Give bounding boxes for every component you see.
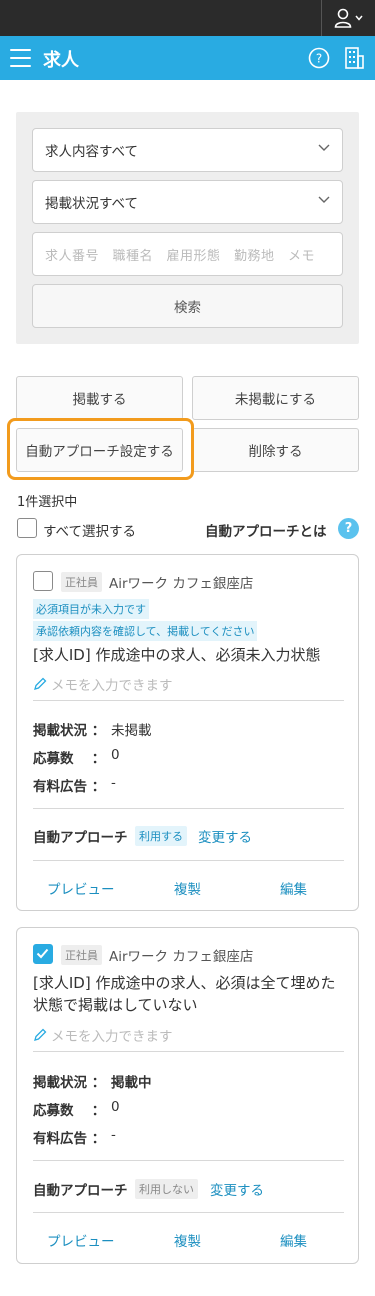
divider — [33, 860, 344, 861]
paid-ad-label: 有料広告 ： — [33, 779, 106, 795]
memo-placeholder: メモを入力できます — [51, 678, 173, 694]
divider — [33, 1212, 344, 1213]
change-auto-approach-link[interactable]: 変更する — [210, 1179, 264, 1199]
job-checkbox[interactable] — [33, 944, 53, 964]
app-header: 求人 ? — [0, 36, 375, 80]
status-label: 掲載状況 ： — [33, 1075, 106, 1091]
search-input[interactable]: 求人番号 職種名 雇用形態 勤務地 メモ — [32, 232, 343, 276]
pencil-icon — [34, 1028, 47, 1041]
pencil-icon — [34, 677, 47, 690]
approval-notice: 承認依頼内容を確認して、掲載してください — [33, 621, 258, 641]
status-value: 未掲載 — [111, 723, 152, 739]
auto-approach-badge: 利用する — [135, 826, 187, 846]
top-bar — [0, 0, 375, 36]
checkmark-icon — [36, 948, 49, 959]
auto-approach-label: 自動アプローチ — [33, 830, 128, 846]
divider — [33, 1051, 344, 1052]
chevron-down-icon — [318, 144, 330, 151]
job-card: 正社員 Airワーク カフェ銀座店 [求人ID] 作成途中の求人、必須は全て埋め… — [16, 927, 359, 1264]
edit-link[interactable]: 編集 — [280, 1230, 307, 1250]
filter-panel: 求人内容すべて 掲載状況すべて 求人番号 職種名 雇用形態 勤務地 メモ 検索 — [16, 112, 359, 344]
applications-label: 応募数 ： — [33, 751, 106, 767]
page-title: 求人 — [43, 50, 79, 71]
paid-ad-value: - — [111, 775, 116, 791]
select-all-checkbox[interactable] — [17, 518, 37, 538]
publish-button[interactable]: 掲載する — [16, 376, 183, 420]
select-all-label[interactable]: すべて選択する — [43, 520, 136, 540]
chevron-down-icon — [355, 15, 363, 21]
user-menu[interactable] — [321, 0, 375, 36]
content-filter-value: 求人内容すべて — [45, 144, 139, 160]
store-name: Airワーク カフェ銀座店 — [109, 949, 254, 965]
job-card: 正社員 Airワーク カフェ銀座店 必須項目が未入力です 承認依頼内容を確認して… — [16, 554, 359, 911]
required-missing-notice: 必須項目が未入力です — [33, 599, 149, 619]
change-auto-approach-link[interactable]: 変更する — [198, 826, 252, 846]
preview-link[interactable]: プレビュー — [47, 878, 115, 898]
content-filter-select[interactable]: 求人内容すべて — [32, 128, 343, 172]
job-title[interactable]: [求人ID] 作成途中の求人、必須未入力状態 — [33, 644, 349, 666]
duplicate-link[interactable]: 複製 — [174, 878, 201, 898]
employment-type-tag: 正社員 — [61, 945, 102, 965]
chevron-down-icon — [318, 196, 330, 203]
applications-value: 0 — [111, 1099, 120, 1115]
store-name: Airワーク カフェ銀座店 — [109, 576, 254, 592]
job-checkbox[interactable] — [33, 571, 53, 591]
auto-approach-info-link[interactable]: 自動アプローチとは — [205, 520, 327, 540]
search-button[interactable]: 検索 — [32, 284, 343, 328]
status-filter-select[interactable]: 掲載状況すべて — [32, 180, 343, 224]
edit-link[interactable]: 編集 — [280, 878, 307, 898]
applications-label: 応募数 ： — [33, 1103, 106, 1119]
paid-ad-label: 有料広告 ： — [33, 1131, 106, 1147]
selection-count: 1件選択中 — [17, 495, 78, 510]
hamburger-menu-icon[interactable] — [10, 49, 32, 67]
user-icon — [334, 8, 352, 28]
status-filter-value: 掲載状況すべて — [45, 196, 139, 212]
question-icon[interactable]: ? — [338, 518, 359, 539]
memo-placeholder: メモを入力できます — [51, 1029, 173, 1045]
applications-value: 0 — [111, 747, 120, 763]
svg-text:?: ? — [316, 52, 322, 66]
auto-approach-badge: 利用しない — [135, 1179, 198, 1199]
building-icon[interactable] — [343, 46, 365, 70]
preview-link[interactable]: プレビュー — [47, 1230, 115, 1250]
duplicate-link[interactable]: 複製 — [174, 1230, 201, 1250]
job-title[interactable]: [求人ID] 作成途中の求人、必須は全て埋めた状態で掲載はしていない — [33, 972, 349, 1016]
divider — [33, 808, 344, 809]
memo-field[interactable]: メモを入力できます — [33, 674, 173, 694]
divider — [33, 1160, 344, 1161]
paid-ad-value: - — [111, 1127, 116, 1143]
help-icon[interactable]: ? — [308, 47, 330, 69]
employment-type-tag: 正社員 — [61, 572, 102, 592]
unpublish-button[interactable]: 未掲載にする — [192, 376, 359, 420]
divider — [33, 700, 344, 701]
memo-field[interactable]: メモを入力できます — [33, 1025, 173, 1045]
status-label: 掲載状況 ： — [33, 723, 106, 739]
search-placeholder: 求人番号 職種名 雇用形態 勤務地 メモ — [45, 248, 316, 264]
focus-highlight — [7, 418, 194, 480]
status-value: 掲載中 — [111, 1075, 152, 1091]
auto-approach-label: 自動アプローチ — [33, 1183, 128, 1199]
delete-button[interactable]: 削除する — [192, 428, 359, 472]
